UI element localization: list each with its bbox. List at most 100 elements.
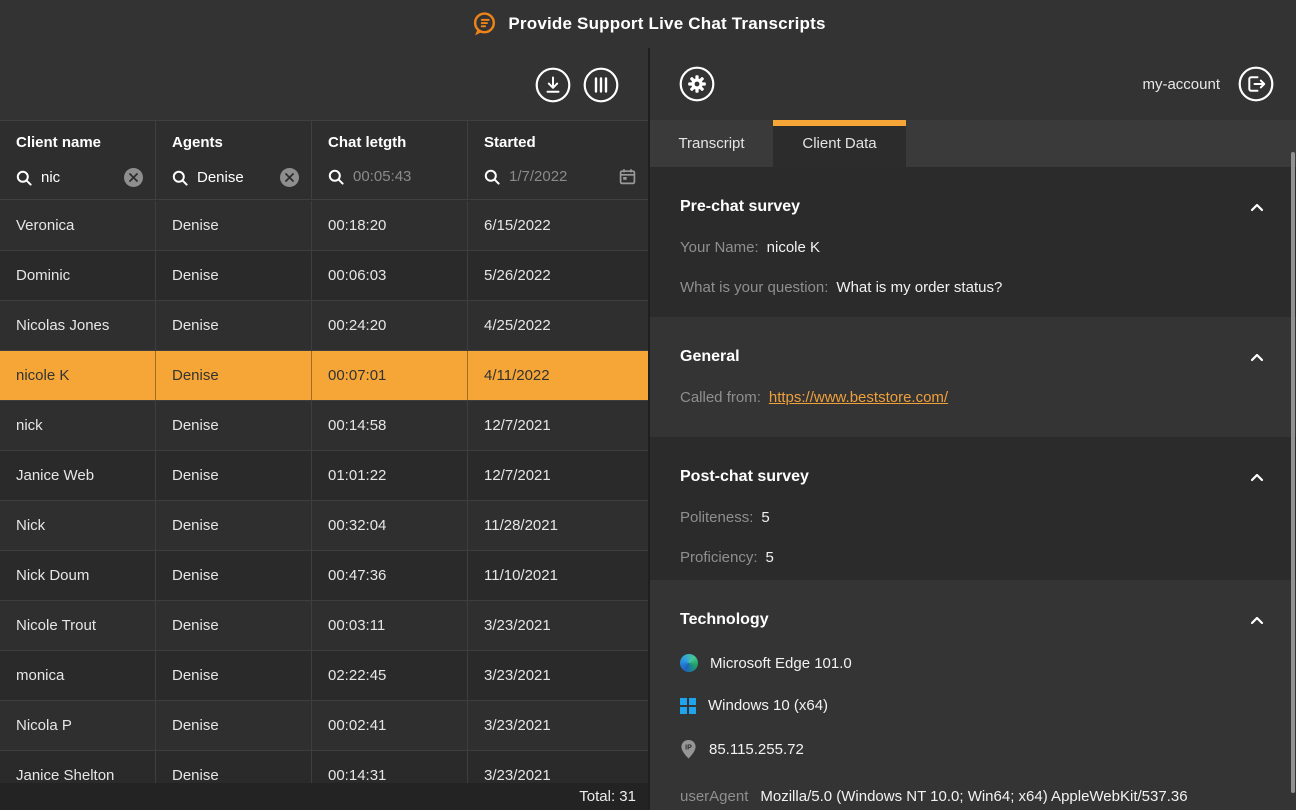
section-title: Post-chat survey [680, 468, 809, 486]
download-icon[interactable] [535, 67, 571, 103]
cell-agent: Denise [156, 601, 312, 650]
calendar-icon[interactable] [619, 168, 636, 185]
cell-started: 11/10/2021 [468, 551, 648, 600]
cell-agent: Denise [156, 451, 312, 500]
cell-started: 12/7/2021 [468, 401, 648, 450]
useragent-value: Mozilla/5.0 (Windows NT 10.0; Win64; x64… [680, 788, 1188, 810]
cell-chat-length: 00:24:20 [312, 301, 468, 350]
cell-agent: Denise [156, 501, 312, 550]
useragent-info: userAgentMozilla/5.0 (Windows NT 10.0; W… [680, 787, 1212, 810]
tab-label: Client Data [802, 135, 876, 152]
field-label: What is your question: [680, 279, 828, 296]
page-title: Provide Support Live Chat Transcripts [508, 14, 825, 34]
section-pre-chat-survey: Pre-chat survey Your Name:nicole K What … [650, 167, 1296, 317]
table-row[interactable]: Janice Web Denise 01:01:22 12/7/2021 [0, 451, 648, 501]
cell-chat-length: 00:32:04 [312, 501, 468, 550]
cell-client-name: Veronica [0, 201, 156, 250]
section-technology: Technology Microsoft Edge 101.0 Windows … [650, 580, 1296, 810]
field-label: Your Name: [680, 239, 759, 256]
details-panel: my-account Transcript Client Data [650, 48, 1296, 810]
settings-gear-icon[interactable] [679, 66, 715, 102]
grid-header: Client name [0, 120, 648, 200]
section-title: General [680, 348, 740, 366]
clear-filter-icon[interactable] [124, 168, 143, 187]
table-row[interactable]: nick Denise 00:14:58 12/7/2021 [0, 401, 648, 451]
client-name-filter-input[interactable] [41, 169, 115, 186]
chat-length-filter-input[interactable] [353, 168, 455, 185]
table-row[interactable]: Nick Denise 00:32:04 11/28/2021 [0, 501, 648, 551]
cell-chat-length: 00:03:11 [312, 601, 468, 650]
cell-agent: Denise [156, 651, 312, 700]
details-toolbar: my-account [650, 48, 1296, 120]
cell-started: 3/23/2021 [468, 701, 648, 750]
cell-client-name: Dominic [0, 251, 156, 300]
clear-filter-icon[interactable] [280, 168, 299, 187]
cell-client-name: Nick Doum [0, 551, 156, 600]
field-label: Proficiency: [680, 549, 758, 566]
account-name[interactable]: my-account [1142, 76, 1220, 93]
cell-client-name: Nicola P [0, 701, 156, 750]
table-row[interactable]: Dominic Denise 00:06:03 5/26/2022 [0, 251, 648, 301]
grid-footer: Total: 31 [0, 783, 648, 810]
table-row[interactable]: Nicola P Denise 00:02:41 3/23/2021 [0, 701, 648, 751]
started-filter-input[interactable] [509, 168, 610, 185]
table-row[interactable]: nicole K Denise 00:07:01 4/11/2022 [0, 351, 648, 401]
client-name-filter [16, 168, 143, 187]
columns-icon[interactable] [583, 67, 619, 103]
field-proficiency: Proficiency:5 [680, 549, 1266, 566]
useragent-label: userAgent [680, 788, 748, 805]
os-value: Windows 10 (x64) [708, 697, 828, 714]
cell-agent: Denise [156, 551, 312, 600]
ip-value: 85.115.255.72 [709, 741, 804, 758]
cell-started: 11/28/2021 [468, 501, 648, 550]
chevron-up-icon[interactable] [1248, 614, 1266, 627]
cell-chat-length: 00:07:01 [312, 351, 468, 400]
table-row[interactable]: monica Denise 02:22:45 3/23/2021 [0, 651, 648, 701]
cell-chat-length: 00:47:36 [312, 551, 468, 600]
agents-filter-input[interactable] [197, 169, 271, 186]
column-started: Started [468, 121, 648, 199]
table-row[interactable]: Nicolas Jones Denise 00:24:20 4/25/2022 [0, 301, 648, 351]
called-from-link[interactable]: https://www.beststore.com/ [769, 389, 948, 406]
details-tab-bar: Transcript Client Data [650, 120, 1296, 167]
column-client-name: Client name [0, 121, 156, 199]
section-title: Technology [680, 611, 769, 629]
cell-chat-length: 00:18:20 [312, 201, 468, 250]
chevron-up-icon[interactable] [1248, 351, 1266, 364]
cell-agent: Denise [156, 351, 312, 400]
tab-transcript[interactable]: Transcript [650, 120, 773, 167]
logout-icon[interactable] [1238, 66, 1274, 102]
field-your-name: Your Name: nicole K [680, 239, 1266, 256]
transcripts-panel: Client name [0, 48, 648, 810]
cell-started: 4/11/2022 [468, 351, 648, 400]
tab-client-data[interactable]: Client Data [773, 120, 906, 167]
table-row[interactable]: Nick Doum Denise 00:47:36 11/10/2021 [0, 551, 648, 601]
cell-started: 5/26/2022 [468, 251, 648, 300]
edge-icon [680, 654, 698, 672]
chevron-up-icon[interactable] [1248, 201, 1266, 214]
agents-filter [172, 168, 299, 187]
svg-text:IP: IP [685, 743, 692, 751]
provide-support-logo-icon [470, 10, 498, 38]
field-value: nicole K [767, 239, 820, 256]
cell-agent: Denise [156, 201, 312, 250]
column-chat-length: Chat letgth [312, 121, 468, 199]
column-header-label: Chat letgth [328, 134, 455, 151]
table-row[interactable]: Nicole Trout Denise 00:03:11 3/23/2021 [0, 601, 648, 651]
tab-label: Transcript [678, 135, 744, 152]
scrollbar[interactable] [1291, 152, 1295, 793]
cell-client-name: nick [0, 401, 156, 450]
field-politeness: Politeness:5 [680, 509, 1266, 526]
started-filter [484, 168, 636, 185]
windows-icon [680, 698, 696, 714]
chevron-up-icon[interactable] [1248, 471, 1266, 484]
column-header-label: Started [484, 134, 636, 151]
table-row[interactable]: Veronica Denise 00:18:20 6/15/2022 [0, 201, 648, 251]
section-general: General Called from:https://www.beststor… [650, 317, 1296, 437]
chat-length-filter [328, 168, 455, 185]
search-icon [328, 169, 344, 185]
cell-chat-length: 02:22:45 [312, 651, 468, 700]
cell-started: 12/7/2021 [468, 451, 648, 500]
cell-agent: Denise [156, 401, 312, 450]
cell-agent: Denise [156, 701, 312, 750]
